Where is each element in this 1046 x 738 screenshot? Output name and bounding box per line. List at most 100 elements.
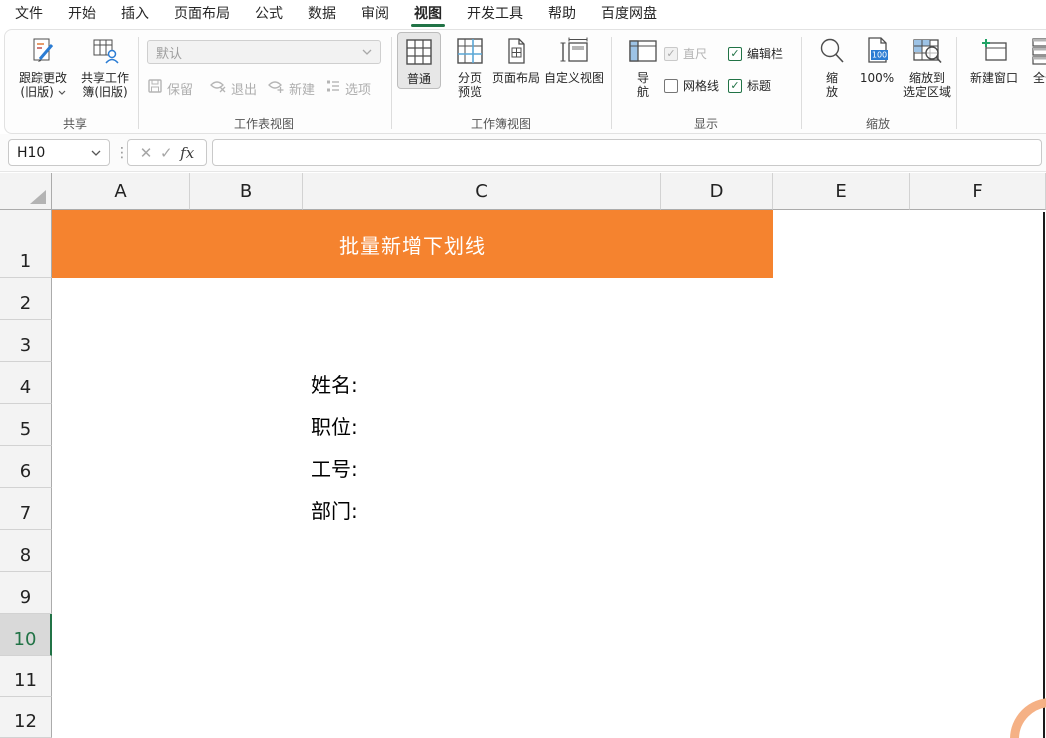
track-changes-label-line2: (旧版) [20,85,65,99]
normal-view-button[interactable]: 普通 [397,32,441,89]
row-header-1[interactable]: 1 [0,210,52,278]
new-window-button[interactable]: 新建窗口 [965,34,1023,85]
eye-plus-icon [267,78,285,98]
group-label-sheet-view: 工作表视图 [234,115,294,132]
chevron-down-icon[interactable] [91,145,101,161]
save-icon [147,78,163,98]
tab-file[interactable]: 文件 [15,0,43,28]
arrange-all-label: 全部 [1033,71,1046,85]
row-header-11[interactable]: 11 [0,656,52,697]
normal-view-label: 普通 [407,72,431,86]
group-separator [611,37,612,129]
column-header-e[interactable]: E [773,173,910,210]
document-pencil-icon [28,34,58,68]
keep-sheet-view-button[interactable]: 保留 [147,78,193,98]
zoom-label-line1: 缩 [826,71,838,85]
insert-function-icon[interactable]: fx [180,144,194,162]
sheet-view-dropdown[interactable]: 默认 [147,40,381,64]
row-header-5[interactable]: 5 [0,404,52,446]
row-header-12[interactable]: 12 [0,697,52,738]
stacked-windows-icon [1031,34,1046,68]
tab-view[interactable]: 视图 [414,0,442,28]
checkbox-checked-disabled-icon: ✓ [664,47,678,61]
name-box[interactable]: H10 [8,139,110,166]
shared-workbook-button[interactable]: 共享工作 簿(旧版) [75,34,135,99]
cell-c5-position-label[interactable]: 职位: [303,404,603,446]
shared-workbook-label-line1: 共享工作 [81,71,129,85]
tab-home[interactable]: 开始 [68,0,96,28]
page-grid-icon [502,34,530,68]
keep-label: 保留 [167,79,193,98]
ruler-label: 直尺 [683,45,707,62]
row-header-4[interactable]: 4 [0,362,52,404]
banner-cell[interactable]: 批量新增下划线 [52,210,773,278]
navigation-label-line1: 导 [637,71,649,85]
custom-view-icon [559,34,589,68]
page-layout-label: 页面布局 [492,71,540,85]
group-separator [801,37,802,129]
formula-bar-checkbox[interactable]: ✓ 编辑栏 [728,45,783,62]
row-header-7[interactable]: 7 [0,488,52,530]
page-layout-view-button[interactable]: 页面布局 [487,34,545,85]
tab-insert[interactable]: 插入 [121,0,149,28]
options-label: 选项 [345,79,371,98]
tab-formulas[interactable]: 公式 [255,0,283,28]
tab-developer[interactable]: 开发工具 [467,0,523,28]
tab-review[interactable]: 审阅 [361,0,389,28]
headings-checkbox[interactable]: ✓ 标题 [728,77,771,94]
column-header-b[interactable]: B [190,173,303,210]
row-header-2[interactable]: 2 [0,278,52,320]
spreadsheet-grid: A B C D E F 1 2 3 4 5 6 7 8 9 10 11 12 批… [0,173,1046,738]
select-all-button[interactable] [0,173,52,210]
formula-buttons: ✕ ✓ fx [127,139,207,166]
cell-c7-department-label[interactable]: 部门: [303,488,603,530]
cell-c4-name-label[interactable]: 姓名: [303,362,603,404]
cell-c6-employee-id-label[interactable]: 工号: [303,446,603,488]
formula-bar-label: 编辑栏 [747,45,783,62]
arrange-all-button[interactable]: 全部 [1025,34,1046,85]
menubar: 文件 开始 插入 页面布局 公式 数据 审阅 视图 开发工具 帮助 百度网盘 [0,0,1046,28]
row-header-3[interactable]: 3 [0,320,52,362]
column-header-d[interactable]: D [661,173,773,210]
zoom-to-selection-button[interactable]: 缩放到 选定区域 [899,34,955,99]
tab-page-layout[interactable]: 页面布局 [174,0,230,28]
navigation-button[interactable]: 导 航 [623,34,663,99]
checkbox-checked-icon: ✓ [728,79,742,93]
formula-row: H10 ⋮ ✕ ✓ fx [0,134,1046,172]
group-label-share: 共享 [63,115,87,132]
zoom-100-label: 100% [860,71,894,85]
row-header-9[interactable]: 9 [0,572,52,614]
enter-icon[interactable]: ✓ [160,144,173,162]
ruler-checkbox[interactable]: ✓ 直尺 [664,45,707,62]
column-header-a[interactable]: A [52,173,190,210]
group-label-zoom: 缩放 [866,115,890,132]
grid-magnifier-icon [912,34,942,68]
list-options-icon [325,78,341,98]
options-sheet-view-button[interactable]: 选项 [325,78,371,98]
exit-sheet-view-button[interactable]: 退出 [209,78,257,98]
new-sheet-view-button[interactable]: 新建 [267,78,315,98]
grid-icon [405,35,433,69]
zoom-100-button[interactable]: 100 100% [855,34,899,85]
column-header-f[interactable]: F [910,173,1046,210]
tab-baidu-netdisk[interactable]: 百度网盘 [601,0,657,28]
row-header-6[interactable]: 6 [0,446,52,488]
tab-help[interactable]: 帮助 [548,0,576,28]
zoom-button[interactable]: 缩 放 [813,34,851,99]
group-separator [391,37,392,129]
column-header-c[interactable]: C [303,173,661,210]
formula-bar-input[interactable] [212,139,1042,166]
workbook-person-icon [90,34,120,68]
track-changes-label-line1: 跟踪更改 [19,71,67,85]
custom-views-button[interactable]: 自定义视图 [541,34,607,85]
row-header-10-active[interactable]: 10 [0,614,52,656]
cancel-icon[interactable]: ✕ [140,144,153,162]
checkbox-checked-icon: ✓ [728,47,742,61]
grid-blue-cross-icon [456,34,484,68]
track-changes-button[interactable]: 跟踪更改 (旧版) [15,34,71,99]
headings-label: 标题 [747,77,771,94]
gridlines-checkbox[interactable]: 网格线 [664,77,719,94]
row-header-8[interactable]: 8 [0,530,52,572]
tab-data[interactable]: 数据 [308,0,336,28]
chevron-down-icon [58,90,66,96]
